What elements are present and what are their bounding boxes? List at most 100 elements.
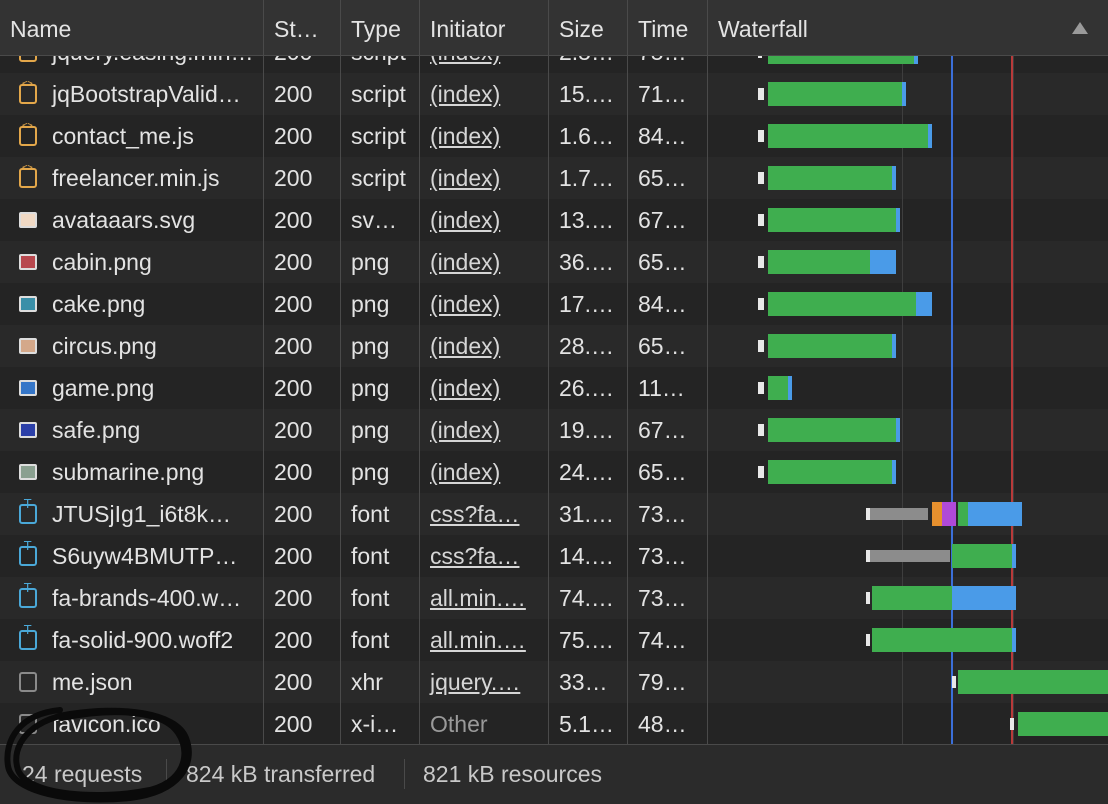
cell-time: 73… — [638, 501, 687, 527]
cell-name: cake.png — [52, 291, 146, 317]
column-divider[interactable] — [548, 56, 549, 744]
cell-initiator[interactable]: jquery.… — [420, 661, 548, 703]
waterfall-bar-segment — [768, 292, 916, 316]
cell-size: 24.… — [559, 459, 614, 485]
cell-name: submarine.png — [52, 459, 205, 485]
column-divider[interactable] — [627, 56, 628, 744]
waterfall-bar-segment — [866, 592, 870, 604]
cell-size: 19.… — [559, 417, 614, 443]
cell-time: 74… — [638, 627, 687, 653]
waterfall-bar-segment — [758, 466, 764, 478]
cell-initiator[interactable]: (index) — [420, 73, 548, 115]
cell-size: 74.… — [559, 585, 614, 611]
cell-status: 200 — [274, 711, 313, 737]
waterfall-bar-segment — [1012, 586, 1016, 610]
cell-initiator[interactable]: css?fa… — [420, 535, 548, 577]
cell-initiator: Other — [430, 711, 488, 737]
column-header-size[interactable]: Size — [549, 0, 628, 56]
cell-name: contact_me.js — [52, 123, 194, 149]
column-divider[interactable] — [340, 56, 341, 744]
cell-type: png — [351, 249, 390, 275]
waterfall-bar-segment — [928, 124, 932, 148]
column-header-name[interactable]: Name — [0, 0, 264, 56]
cell-initiator[interactable]: (index) — [420, 157, 548, 199]
waterfall-bar-segment — [942, 502, 956, 526]
cell-size: 33… — [559, 669, 608, 695]
cell-time: 67… — [638, 207, 687, 233]
cell-type: font — [351, 543, 390, 569]
cell-status: 200 — [274, 501, 313, 527]
waterfall-bar-segment — [892, 166, 896, 190]
cell-name: jqBootstrapValid… — [52, 81, 241, 107]
waterfall-bar-segment — [788, 376, 792, 400]
request-table-header: Name St… Type Initiator Size Time Waterf… — [0, 0, 1108, 56]
column-divider[interactable] — [707, 56, 708, 744]
network-panel: Name St… Type Initiator Size Time Waterf… — [0, 0, 1108, 804]
waterfall-bar-segment — [768, 56, 914, 64]
cell-initiator[interactable]: (index) — [420, 451, 548, 493]
cell-initiator[interactable]: all.min.… — [420, 619, 548, 661]
cell-time: 67… — [638, 417, 687, 443]
waterfall-bar-segment — [870, 550, 950, 562]
cell-type: png — [351, 291, 390, 317]
cell-initiator[interactable]: (index) — [420, 325, 548, 367]
cell-status: 200 — [274, 291, 313, 317]
waterfall-bar-segment — [758, 130, 764, 142]
sort-up-triangle-icon[interactable] — [1072, 22, 1088, 34]
cell-initiator[interactable]: all.min.… — [420, 577, 548, 619]
cell-status: 200 — [274, 669, 313, 695]
column-header-initiator[interactable]: Initiator — [420, 0, 549, 56]
waterfall-bar-segment — [952, 586, 1012, 610]
cell-status: 200 — [274, 165, 313, 191]
cell-status: 200 — [264, 56, 340, 73]
cell-type: script — [351, 165, 406, 191]
waterfall-bar-segment — [1012, 544, 1016, 568]
waterfall-bar-segment — [958, 670, 1108, 694]
column-divider[interactable] — [263, 56, 264, 744]
waterfall-bar-segment — [768, 334, 892, 358]
cell-initiator[interactable]: (index) — [420, 199, 548, 241]
cell-initiator[interactable]: css?fa… — [420, 493, 548, 535]
cell-status: 200 — [274, 375, 313, 401]
transferred-size: 824 kB transferred — [186, 761, 376, 787]
status-divider — [166, 759, 167, 789]
cell-initiator[interactable]: (index) — [420, 283, 548, 325]
cell-time: 73… — [638, 543, 687, 569]
waterfall-bar-segment — [768, 376, 788, 400]
cell-name: jquery.easing.min… — [0, 56, 263, 73]
waterfall-header-label: Waterfall — [718, 16, 808, 42]
column-header-waterfall[interactable]: Waterfall — [708, 0, 1108, 56]
cell-initiator[interactable]: (index) — [420, 56, 548, 73]
waterfall-chart — [708, 56, 1108, 744]
cell-time: 65… — [638, 333, 687, 359]
waterfall-bar-segment — [758, 214, 764, 226]
cell-time: 65… — [638, 249, 687, 275]
cell-initiator[interactable]: (index) — [420, 409, 548, 451]
column-divider[interactable] — [419, 56, 420, 744]
cell-type: script — [351, 81, 406, 107]
cell-initiator[interactable]: (index) — [420, 115, 548, 157]
cell-initiator[interactable]: (index) — [420, 241, 548, 283]
status-divider — [404, 759, 405, 789]
column-header-status[interactable]: St… — [264, 0, 341, 56]
waterfall-bar-segment — [758, 56, 762, 58]
cell-time: 65… — [638, 165, 687, 191]
cell-time: 79… — [638, 669, 687, 695]
cell-initiator[interactable]: (index) — [420, 367, 548, 409]
cell-name: JTUSjIg1_i6t8k… — [52, 501, 231, 527]
cell-size: 2.5… — [549, 56, 627, 73]
cell-name: favicon.ico — [52, 711, 161, 737]
request-count: 24 requests — [22, 761, 143, 787]
cell-size: 13.… — [559, 207, 614, 233]
cell-type: png — [351, 417, 390, 443]
cell-size: 26.… — [559, 375, 614, 401]
waterfall-bar-segment — [1018, 712, 1108, 736]
cell-status: 200 — [274, 417, 313, 443]
cell-time: 65… — [638, 459, 687, 485]
column-header-time[interactable]: Time — [628, 0, 708, 56]
column-header-type[interactable]: Type — [341, 0, 420, 56]
cell-time: 73… — [638, 585, 687, 611]
waterfall-bar-segment — [768, 166, 892, 190]
cell-time: 84… — [638, 123, 687, 149]
waterfall-bar-segment — [758, 424, 764, 436]
